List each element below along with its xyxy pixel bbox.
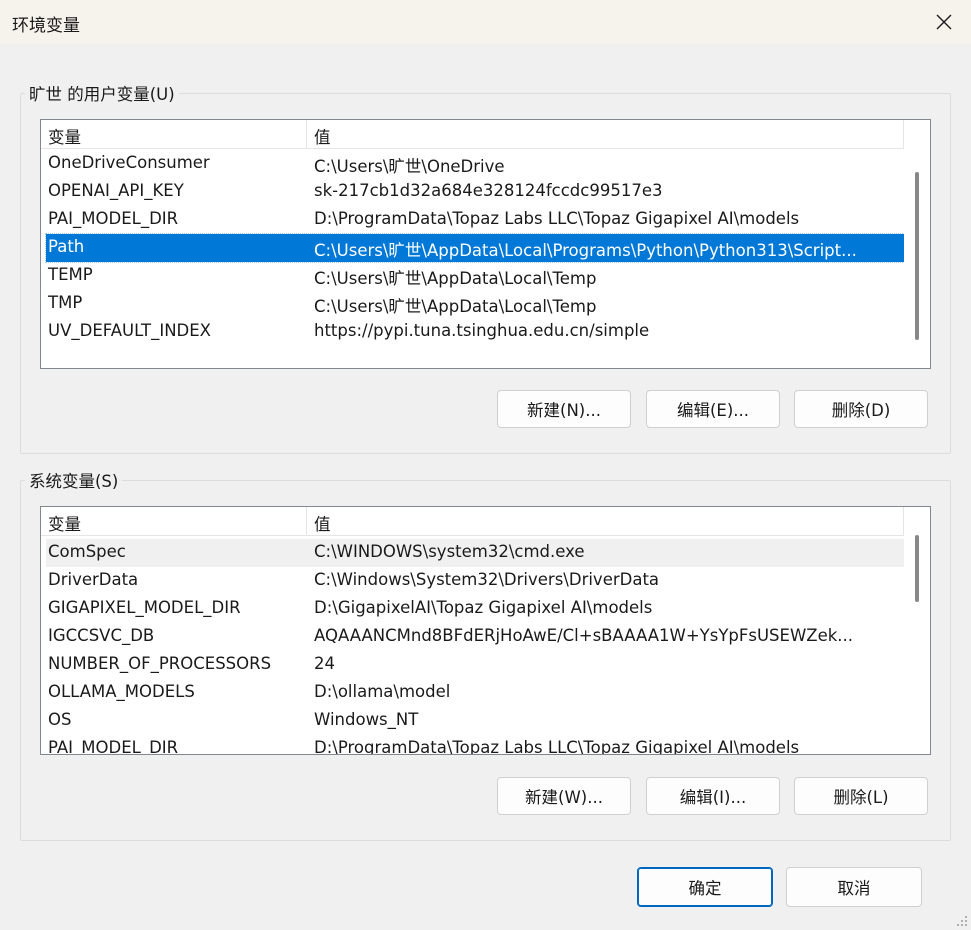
- variable-name: TMP: [48, 293, 83, 312]
- user-vars-legend: 旷世 的用户变量(U): [25, 81, 179, 105]
- variable-name: NUMBER_OF_PROCESSORS: [48, 654, 272, 673]
- table-row[interactable]: IGCCSVC_DB AQAAANCMnd8BFdERjHoAwE/Cl+sBAA…: [46, 623, 904, 651]
- system-new-button[interactable]: 新建(W)...: [497, 777, 631, 815]
- system-vars-scrollbar[interactable]: [904, 507, 930, 754]
- column-header-name[interactable]: 变量: [48, 511, 81, 535]
- user-vars-header: 变量 值: [41, 120, 904, 149]
- user-delete-button[interactable]: 删除(D): [794, 390, 928, 428]
- variable-name: PAI_MODEL_DIR: [48, 738, 179, 755]
- variable-name: TEMP: [48, 265, 93, 284]
- title-bar: 环境变量: [0, 0, 971, 44]
- variable-value: Windows_NT: [314, 710, 419, 729]
- variable-value: D:\ollama\model: [314, 682, 451, 701]
- column-header-name[interactable]: 变量: [48, 124, 81, 148]
- table-row[interactable]: OLLAMA_MODELS D:\ollama\model: [46, 679, 904, 707]
- table-row[interactable]: OneDriveConsumer C:\Users\旷世\OneDrive: [46, 150, 904, 178]
- user-new-button[interactable]: 新建(N)...: [497, 390, 631, 428]
- variable-name: PAI_MODEL_DIR: [48, 209, 179, 228]
- variable-value: C:\WINDOWS\system32\cmd.exe: [314, 542, 585, 561]
- user-vars-list[interactable]: 变量 值 OneDriveConsumer C:\Users\旷世\OneDriv…: [40, 119, 931, 369]
- system-vars-list[interactable]: 变量 值 ComSpec C:\WINDOWS\system32\cmd.exe D…: [40, 506, 931, 755]
- ok-button[interactable]: 确定: [637, 867, 773, 907]
- table-row[interactable]: GIGAPIXEL_MODEL_DIR D:\GigapixelAI\Topaz …: [46, 595, 904, 623]
- resize-grip-icon[interactable]: [954, 913, 968, 927]
- system-edit-button[interactable]: 编辑(I)...: [646, 777, 780, 815]
- variable-value: D:\GigapixelAI\Topaz Gigapixel AI\models: [314, 598, 653, 617]
- cancel-button[interactable]: 取消: [786, 867, 922, 907]
- window-title: 环境变量: [12, 16, 80, 36]
- table-row[interactable]: UV_DEFAULT_INDEX https://pypi.tuna.tsingh…: [46, 318, 904, 346]
- variable-value: AQAAANCMnd8BFdERjHoAwE/Cl+sBAAAA1W+YsYpF…: [314, 626, 854, 645]
- variable-value: sk-217cb1d32a684e328124fccdc99517e3: [314, 181, 663, 200]
- table-row[interactable]: TEMP C:\Users\旷世\AppData\Local\Temp: [46, 262, 904, 290]
- system-vars-rows: ComSpec C:\WINDOWS\system32\cmd.exe Driver…: [41, 539, 904, 755]
- table-row[interactable]: OS Windows_NT: [46, 707, 904, 735]
- table-row[interactable]: ComSpec C:\WINDOWS\system32\cmd.exe: [46, 539, 904, 567]
- table-row[interactable]: PAI_MODEL_DIR D:\ProgramData\Topaz Labs L…: [46, 206, 904, 234]
- variable-name: DriverData: [48, 570, 139, 589]
- variable-name: GIGAPIXEL_MODEL_DIR: [48, 598, 241, 617]
- system-vars-legend: 系统变量(S): [25, 468, 123, 492]
- user-edit-button[interactable]: 编辑(E)...: [646, 390, 780, 428]
- column-divider[interactable]: [306, 507, 307, 535]
- variable-name: Path: [48, 237, 85, 256]
- variable-name: OLLAMA_MODELS: [48, 682, 195, 701]
- scroll-thumb[interactable]: [915, 172, 919, 340]
- variable-value: C:\Users\旷世\AppData\Local\Temp: [314, 297, 597, 316]
- variable-name: IGCCSVC_DB: [48, 626, 155, 645]
- variable-name: OS: [48, 710, 72, 729]
- column-header-value[interactable]: 值: [314, 511, 331, 535]
- variable-value: D:\ProgramData\Topaz Labs LLC\Topaz Giga…: [314, 738, 800, 755]
- variable-value: 24: [314, 654, 335, 673]
- table-row[interactable]: Path C:\Users\旷世\AppData\Local\Programs\P…: [45, 233, 905, 263]
- column-divider[interactable]: [306, 120, 307, 148]
- variable-value: https://pypi.tuna.tsinghua.edu.cn/simple: [314, 321, 650, 340]
- variable-name: OPENAI_API_KEY: [48, 181, 184, 200]
- user-vars-rows: OneDriveConsumer C:\Users\旷世\OneDrive OPEN…: [41, 150, 905, 346]
- variable-value: C:\Users\旷世\AppData\Local\Programs\Pytho…: [314, 241, 857, 260]
- close-button[interactable]: [917, 0, 971, 44]
- variable-value: D:\ProgramData\Topaz Labs LLC\Topaz Giga…: [314, 209, 800, 228]
- system-vars-header: 变量 值: [41, 507, 904, 536]
- variable-value: C:\Users\旷世\OneDrive: [314, 157, 505, 176]
- variable-name: UV_DEFAULT_INDEX: [48, 321, 211, 340]
- system-delete-button[interactable]: 删除(L): [794, 777, 928, 815]
- table-row[interactable]: NUMBER_OF_PROCESSORS 24: [46, 651, 904, 679]
- column-header-value[interactable]: 值: [314, 124, 331, 148]
- table-row[interactable]: PAI_MODEL_DIR D:\ProgramData\Topaz Labs L…: [46, 735, 904, 755]
- user-vars-scrollbar[interactable]: [904, 120, 930, 368]
- variable-value: C:\Users\旷世\AppData\Local\Temp: [314, 269, 597, 288]
- close-icon: [936, 14, 952, 30]
- variable-name: ComSpec: [48, 542, 126, 561]
- variable-name: OneDriveConsumer: [48, 153, 210, 172]
- table-row[interactable]: OPENAI_API_KEY sk-217cb1d32a684e328124fcc…: [46, 178, 904, 206]
- table-row[interactable]: TMP C:\Users\旷世\AppData\Local\Temp: [46, 290, 904, 318]
- variable-value: C:\Windows\System32\Drivers\DriverData: [314, 570, 660, 589]
- scroll-thumb[interactable]: [915, 535, 919, 602]
- table-row[interactable]: DriverData C:\Windows\System32\Drivers\Dr…: [46, 567, 904, 595]
